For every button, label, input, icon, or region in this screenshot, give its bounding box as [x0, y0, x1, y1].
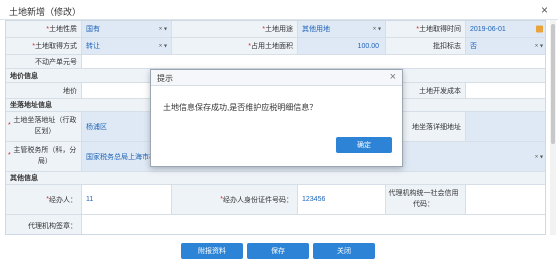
dialog-message: 土地信息保存成功,是否维护应税明细信息？: [163, 103, 318, 112]
close-button[interactable]: 关闭: [313, 243, 375, 259]
address-detail-input[interactable]: [466, 112, 545, 141]
form-row-property-unit: 不动产单元号: [6, 55, 545, 69]
form-row-agency-sign: 代理机构签章：: [6, 215, 545, 234]
agent-id-input[interactable]: 123456: [298, 185, 386, 214]
prompt-dialog: 提示 × 土地信息保存成功,是否维护应税明细信息？ 确定: [150, 69, 403, 167]
tax-office-label: * 主管税务所（科，分局）: [6, 142, 82, 171]
dialog-title: 提示: [157, 74, 173, 83]
land-nature-select[interactable]: 国有 × ▾: [82, 21, 172, 37]
calendar-icon[interactable]: [536, 25, 543, 33]
chevron-down-icon[interactable]: × ▾: [535, 43, 543, 50]
land-use-label: * 土地用途: [172, 21, 298, 37]
deduct-flag-label: 批扣标志: [386, 38, 466, 54]
land-use-select[interactable]: 其他用地 × ▾: [298, 21, 386, 37]
agency-credit-code-input[interactable]: [466, 185, 545, 214]
land-area-input[interactable]: 100.00: [298, 38, 386, 54]
property-unit-label: 不动产单元号: [6, 55, 82, 68]
agency-credit-code-label: 代理机构统一社会信用代码：: [386, 185, 466, 214]
dialog-header: 提示 ×: [151, 70, 402, 86]
dev-cost-input[interactable]: [466, 83, 545, 98]
agency-sign-label: 代理机构签章：: [6, 215, 82, 234]
window-close-icon[interactable]: ×: [541, 3, 548, 17]
acquire-method-select[interactable]: 转让 × ▾: [82, 38, 172, 54]
chevron-down-icon[interactable]: × ▾: [535, 153, 543, 160]
form-row-agent: * 经办人： 11 * 经办人身份证件号码： 123456 代理机构统一社会信用代码…: [6, 185, 545, 215]
button-bar: 附报资料 保存 关闭: [0, 237, 558, 277]
acquire-date-input[interactable]: 2019-06-01: [466, 21, 545, 37]
acquire-method-label: * 土地取得方式: [6, 38, 82, 54]
vertical-scrollbar[interactable]: [550, 20, 556, 235]
confirm-button[interactable]: 确定: [336, 137, 392, 153]
acquire-date-label: * 土地取得时间: [386, 21, 466, 37]
window-title: 土地新增（修改）: [9, 7, 82, 17]
chevron-down-icon[interactable]: × ▾: [159, 43, 167, 50]
agent-input[interactable]: 11: [82, 185, 172, 214]
chevron-down-icon[interactable]: × ▾: [373, 26, 381, 33]
deduct-flag-select[interactable]: 否 × ▾: [466, 38, 545, 54]
save-button[interactable]: 保存: [247, 243, 309, 259]
window-title-bar: 土地新增（修改） ×: [0, 0, 558, 20]
form-row-land-nature: * 土地性质 国有 × ▾ * 土地用途 其他用地 × ▾ * 土地取得时间 2019…: [6, 21, 545, 38]
form-row-acquire-method: * 土地取得方式 转让 × ▾ * 占用土地面积 100.00 批扣标志 否 × ▾: [6, 38, 545, 55]
dialog-close-icon[interactable]: ×: [390, 71, 396, 83]
chevron-down-icon[interactable]: × ▾: [159, 26, 167, 33]
section-other-info: 其他信息: [6, 172, 545, 185]
agent-id-label: * 经办人身份证件号码：: [172, 185, 298, 214]
agent-label: * 经办人：: [6, 185, 82, 214]
address-region-label: * 土地坐落地址（行政区划）: [6, 112, 82, 141]
land-area-label: * 占用土地面积: [172, 38, 298, 54]
attach-docs-button[interactable]: 附报资料: [181, 243, 243, 259]
agency-sign-input[interactable]: [82, 215, 545, 234]
price-label: 地价: [6, 83, 82, 98]
scrollbar-thumb[interactable]: [551, 24, 555, 144]
property-unit-input[interactable]: [82, 55, 545, 68]
land-nature-label: * 土地性质: [6, 21, 82, 37]
